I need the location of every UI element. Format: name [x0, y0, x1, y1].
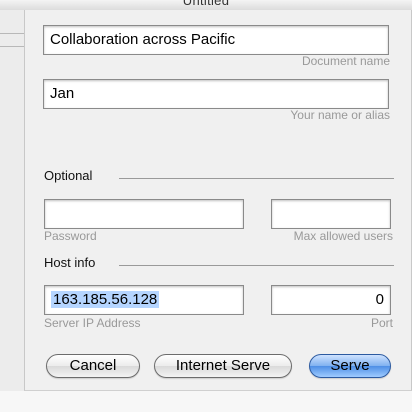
background-area [0, 391, 412, 412]
server-ip-field[interactable]: 163.185.56.128 [44, 285, 244, 315]
optional-divider [119, 178, 394, 179]
window-titlebar: Untitled [0, 0, 412, 10]
document-name-field[interactable]: Collaboration across Pacific [43, 25, 389, 55]
background-divider [0, 33, 24, 34]
cancel-button[interactable]: Cancel [46, 354, 140, 378]
password-label: Password [44, 229, 97, 243]
user-name-label: Your name or alias [290, 108, 390, 122]
server-ip-value: 163.185.56.128 [51, 291, 160, 308]
password-field[interactable] [44, 199, 244, 229]
server-ip-label: Server IP Address [44, 316, 141, 330]
serve-dialog: Collaboration across Pacific Document na… [24, 10, 412, 391]
internet-serve-button[interactable]: Internet Serve [154, 354, 292, 378]
serve-button[interactable]: Serve [309, 354, 391, 378]
background-divider [0, 46, 24, 47]
host-info-section-label: Host info [44, 255, 96, 270]
max-users-field[interactable] [271, 199, 391, 229]
max-users-label: Max allowed users [293, 229, 393, 243]
window-title: Untitled [182, 0, 230, 8]
host-info-divider [119, 265, 394, 266]
port-field[interactable]: 0 [271, 285, 391, 315]
background-window [0, 10, 24, 412]
document-name-label: Document name [301, 54, 390, 68]
user-name-field[interactable]: Jan [43, 79, 389, 109]
port-label: Port [370, 316, 393, 330]
optional-section-label: Optional [44, 168, 93, 183]
